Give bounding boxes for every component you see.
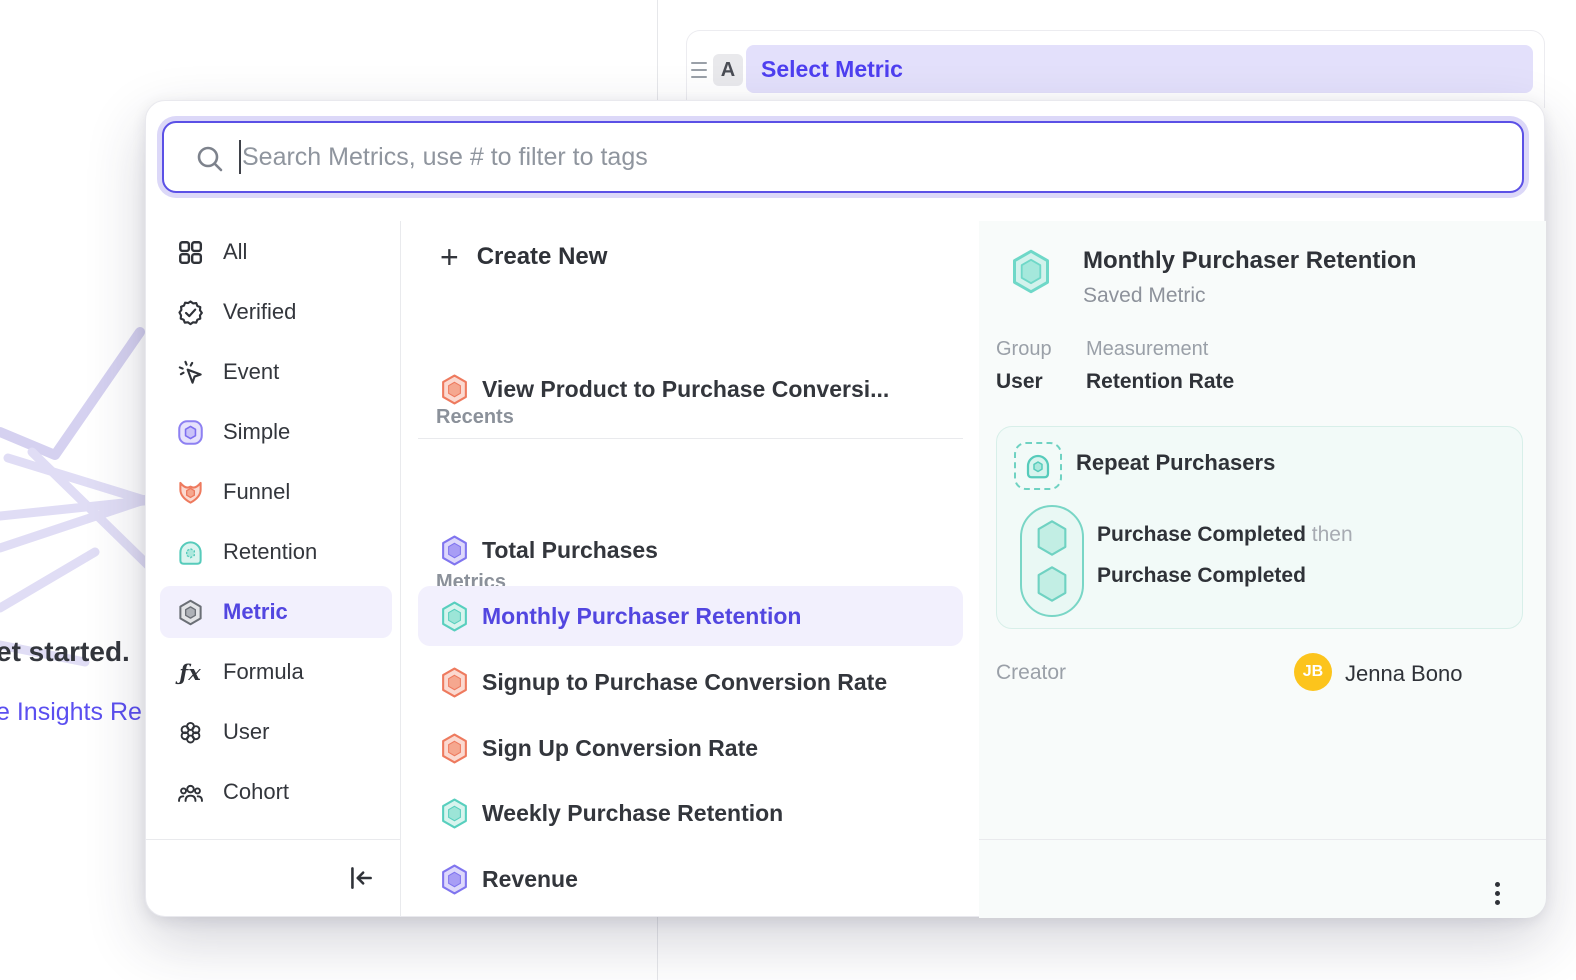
background-report-link-fragment[interactable]: e Insights Re (0, 698, 142, 727)
funnel-icon (174, 479, 206, 506)
search-input[interactable] (242, 123, 1512, 191)
recent-item-view-product-to-purchase[interactable]: View Product to Purchase Conversi... (418, 367, 963, 411)
search-icon (194, 143, 226, 175)
sidebar-item-user[interactable]: User (160, 706, 392, 758)
definition-step-1: Purchase Completed then (1097, 523, 1353, 547)
metric-item-revenue[interactable]: Revenue (418, 849, 963, 909)
series-a-badge[interactable]: A (713, 54, 743, 86)
verified-badge-icon (174, 299, 206, 326)
metric-definition-card: Repeat Purchasers Purchase Completed the… (996, 426, 1523, 629)
simple-metric-hexagon-icon (440, 864, 468, 895)
metric-item-weekly-purchase-retention[interactable]: Weekly Purchase Retention (418, 783, 963, 843)
metric-row-card: A Select Metric (686, 30, 1545, 108)
sidebar-item-metric[interactable]: Metric (160, 586, 392, 638)
sidebar-item-cohort[interactable]: Cohort (160, 766, 392, 818)
sidebar-item-simple[interactable]: Simple (160, 406, 392, 458)
collapse-left-icon (346, 863, 376, 893)
measurement-label: Measurement (1086, 338, 1208, 361)
grid-icon (174, 239, 206, 265)
event-hexagon-icon (1034, 564, 1070, 604)
event-cursor-icon (174, 359, 206, 386)
creator-label: Creator (996, 661, 1066, 685)
background-headline-fragment: et started. (0, 636, 130, 668)
definition-step-2: Purchase Completed (1097, 564, 1306, 588)
sidebar-item-all[interactable]: All (160, 226, 392, 278)
metric-item-signup-to-purchase-conversion-rate[interactable]: Signup to Purchase Conversion Rate (418, 652, 963, 712)
metric-item-monthly-purchaser-retention[interactable]: Monthly Purchaser Retention (418, 586, 963, 646)
metric-picker-modal: All Verified Event Simple Funnel Retenti… (145, 100, 1545, 917)
retention-metric-hexagon-icon (440, 601, 468, 632)
funnel-metric-hexagon-icon (440, 733, 468, 764)
detail-type-label: Saved Metric (1083, 284, 1206, 308)
simple-metric-icon (174, 419, 206, 446)
measurement-value: Retention Rate (1086, 370, 1234, 394)
saved-metric-hexagon-icon (1011, 249, 1051, 299)
retention-definition-icon (1014, 442, 1062, 490)
sequence-connector: then (1312, 523, 1353, 546)
select-metric-button[interactable]: Select Metric (746, 45, 1533, 93)
group-value: User (996, 370, 1043, 394)
sidebar-item-event[interactable]: Event (160, 346, 392, 398)
definition-name: Repeat Purchasers (1076, 450, 1275, 476)
create-new-button[interactable]: + Create New (430, 235, 607, 279)
detail-title: Monthly Purchaser Retention (1083, 247, 1416, 275)
event-sequence-capsule (1020, 505, 1084, 617)
sidebar-divider (400, 221, 401, 916)
simple-metric-hexagon-icon (440, 535, 468, 566)
cohort-people-icon (174, 779, 206, 806)
text-cursor (239, 140, 241, 174)
group-label: Group (996, 338, 1052, 361)
user-cluster-icon (174, 719, 206, 746)
recents-metrics-divider (418, 438, 963, 439)
sidebar-item-retention[interactable]: Retention (160, 526, 392, 578)
retention-icon (174, 539, 206, 566)
retention-metric-hexagon-icon (440, 798, 468, 829)
metric-hexagon-icon (174, 599, 206, 626)
sidebar-item-verified[interactable]: Verified (160, 286, 392, 338)
metric-item-total-purchases[interactable]: Total Purchases (418, 520, 963, 580)
metric-item-sign-up-conversion-rate[interactable]: Sign Up Conversion Rate (418, 718, 963, 778)
plus-icon: + (440, 237, 459, 277)
funnel-metric-hexagon-icon (440, 374, 468, 405)
sidebar-item-funnel[interactable]: Funnel (160, 466, 392, 518)
creator-name: Jenna Bono (1345, 661, 1462, 687)
sidebar-item-formula[interactable]: ƒx Formula (160, 646, 392, 698)
sidebar-footer-divider (146, 839, 400, 840)
more-options-button[interactable] (1480, 873, 1514, 913)
creator-avatar: JB (1294, 653, 1332, 691)
formula-fx-icon: ƒx (174, 660, 206, 685)
event-hexagon-icon (1034, 518, 1070, 558)
detail-footer-divider (979, 839, 1546, 840)
metric-detail-panel: Monthly Purchaser Retention Saved Metric… (979, 221, 1546, 918)
funnel-metric-hexagon-icon (440, 667, 468, 698)
drag-handle-icon[interactable] (691, 62, 707, 78)
collapse-sidebar-button[interactable] (344, 861, 378, 895)
search-box[interactable] (162, 121, 1524, 193)
